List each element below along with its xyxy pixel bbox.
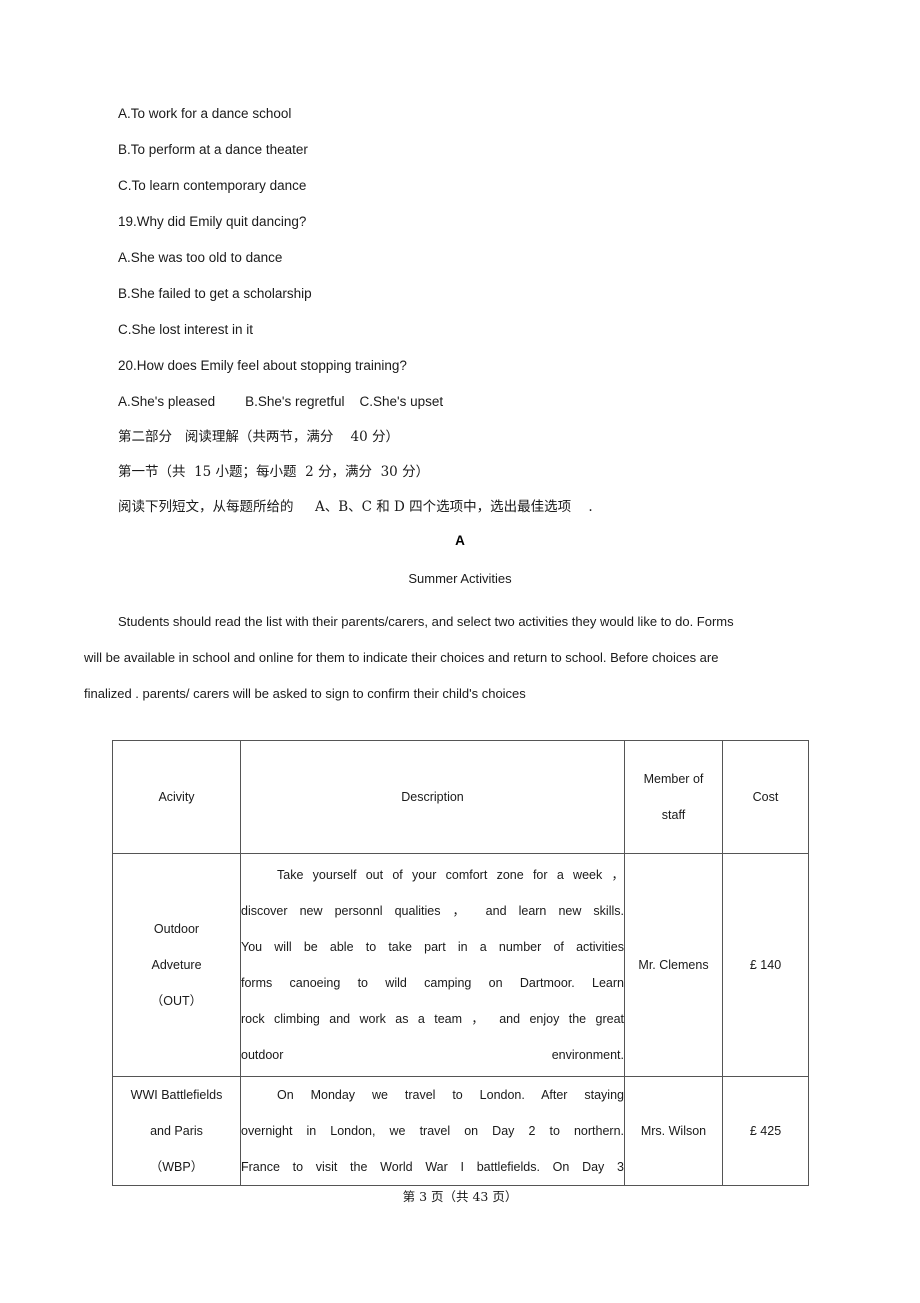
instructions-block: 第二部分 阅读理解（共两节，满分 40 分） 第一节（共 15 小题；每小题 2…: [118, 420, 858, 525]
activity-name-line: and Paris: [150, 1124, 203, 1138]
mcq-option: C.She lost interest in it: [118, 322, 254, 337]
mcq-option: A.To work for a dance school: [118, 106, 292, 121]
column-header-staff: Member of staff: [624, 740, 723, 854]
question-19: 19.Why did Emily quit dancing?: [118, 214, 307, 229]
activity-name-line: WWI Battlefields: [130, 1088, 223, 1102]
description-line: overnight in London, we travel on Day 2 …: [241, 1124, 624, 1138]
column-header-staff-line2: staff: [661, 808, 686, 822]
cell-description: On Monday we travel to London. After sta…: [240, 1076, 625, 1186]
description-line: rock climbing and work as a team ， and e…: [241, 1012, 624, 1026]
activity-code: （OUT）: [150, 994, 203, 1008]
activity-name-line: Outdoor: [153, 922, 200, 936]
description-line: discover new personnl qualities ， and le…: [241, 904, 624, 918]
description-line: On Monday we travel to London. After sta…: [277, 1088, 624, 1102]
column-header-cost: Cost: [722, 740, 809, 854]
mcq-option-row: A.She's pleased B.She's regretful C.She'…: [118, 394, 444, 409]
intro-line: Students should read the list with their…: [118, 614, 734, 629]
description-line: France to visit the World War I battlefi…: [241, 1160, 624, 1174]
intro-line: finalized . parents/ carers will be aske…: [84, 686, 526, 701]
summer-activities-table: Acivity Description Member of staff Cost…: [112, 740, 809, 1186]
intro-line: will be available in school and online f…: [84, 650, 719, 665]
mcq-option: B.She failed to get a scholarship: [118, 286, 312, 301]
mcq-option: C.To learn contemporary dance: [118, 178, 307, 193]
cell-description: Take yourself out of your comfort zone f…: [240, 853, 625, 1077]
passage-letter: A: [455, 533, 465, 548]
mcq-option: A.She was too old to dance: [118, 250, 283, 265]
passage-intro: Students should read the list with their…: [84, 604, 836, 712]
description-line: outdoor environment.: [241, 1048, 624, 1062]
cell-activity-name: Outdoor Adveture （OUT）: [112, 853, 241, 1077]
mcq-option: B.To perform at a dance theater: [118, 142, 308, 157]
question-20: 20.How does Emily feel about stopping tr…: [118, 358, 407, 373]
table-row: Outdoor Adveture （OUT） Take yourself out…: [112, 853, 809, 1077]
passage-title: Summer Activities: [408, 571, 512, 586]
activity-name-line: Adveture: [151, 958, 202, 972]
reading-directions: 阅读下列短文，从每题所给的 A、B、C 和 D 四个选项中，选出最佳选项 .: [118, 499, 593, 515]
table-header-row: Acivity Description Member of staff Cost: [112, 740, 809, 854]
column-header-staff-line1: Member of: [643, 772, 704, 786]
cell-staff: Mrs. Wilson: [624, 1076, 723, 1186]
page-footer: 第 3 页（共 43 页）: [402, 1189, 518, 1204]
description-line: forms canoeing to wild camping on Dartmo…: [241, 976, 624, 990]
table-row: WWI Battlefields and Paris （WBP） On Mond…: [112, 1076, 809, 1186]
description-line: You will be able to take part in a numbe…: [241, 940, 624, 954]
description-line: Take yourself out of your comfort zone f…: [277, 868, 624, 882]
part-two-heading: 第二部分 阅读理解（共两节，满分 40 分）: [118, 429, 400, 445]
column-header-activity: Acivity: [112, 740, 241, 854]
cell-activity-name: WWI Battlefields and Paris （WBP）: [112, 1076, 241, 1186]
section-one-heading: 第一节（共 15 小题；每小题 2 分，满分 30 分）: [118, 464, 430, 480]
column-header-description: Description: [240, 740, 625, 854]
listening-questions-block: A.To work for a dance school B.To perfor…: [118, 96, 818, 420]
cell-staff: Mr. Clemens: [624, 853, 723, 1077]
cell-cost: £ 425: [722, 1076, 809, 1186]
activity-code: （WBP）: [149, 1160, 204, 1174]
cell-cost: £ 140: [722, 853, 809, 1077]
document-page: A.To work for a dance school B.To perfor…: [0, 0, 920, 1303]
